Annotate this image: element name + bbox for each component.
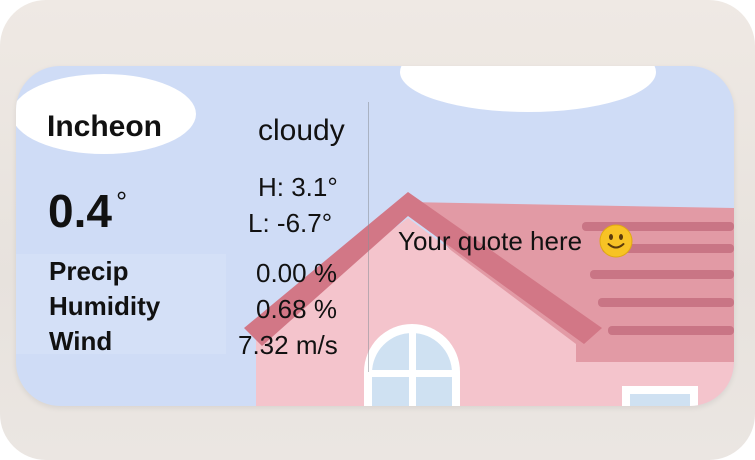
temperature-value: 0.4 bbox=[48, 185, 112, 237]
degree-symbol: ° bbox=[115, 186, 128, 217]
city-name: Incheon bbox=[47, 110, 163, 143]
high-temperature: H: 3.1° bbox=[258, 172, 338, 202]
low-temperature: L: -6.7° bbox=[248, 208, 333, 238]
stat-label-precip: Precip bbox=[49, 256, 129, 286]
current-temperature: 0.4 ° bbox=[48, 184, 127, 238]
weather-condition: cloudy bbox=[258, 114, 345, 147]
cloud-right bbox=[400, 66, 656, 112]
slightly-smiling-face-icon bbox=[599, 224, 633, 258]
stat-label-wind: Wind bbox=[49, 326, 113, 356]
stat-value-wind: 7.32 m/s bbox=[238, 330, 338, 360]
stat-value-precip: 0.00 % bbox=[256, 258, 337, 288]
section-divider bbox=[368, 102, 369, 372]
weather-quote-widget[interactable]: Incheon cloudy 0.4 ° H: 3.1° L: -6.7° Pre… bbox=[16, 66, 734, 406]
stat-label-humidity: Humidity bbox=[49, 291, 161, 321]
quote-text-row[interactable]: Your quote here bbox=[398, 224, 633, 260]
stat-value-humidity: 0.68 % bbox=[256, 294, 337, 324]
quote-text: Your quote here bbox=[398, 226, 583, 256]
widget-backdrop: Incheon cloudy 0.4 ° H: 3.1° L: -6.7° Pre… bbox=[0, 0, 755, 460]
